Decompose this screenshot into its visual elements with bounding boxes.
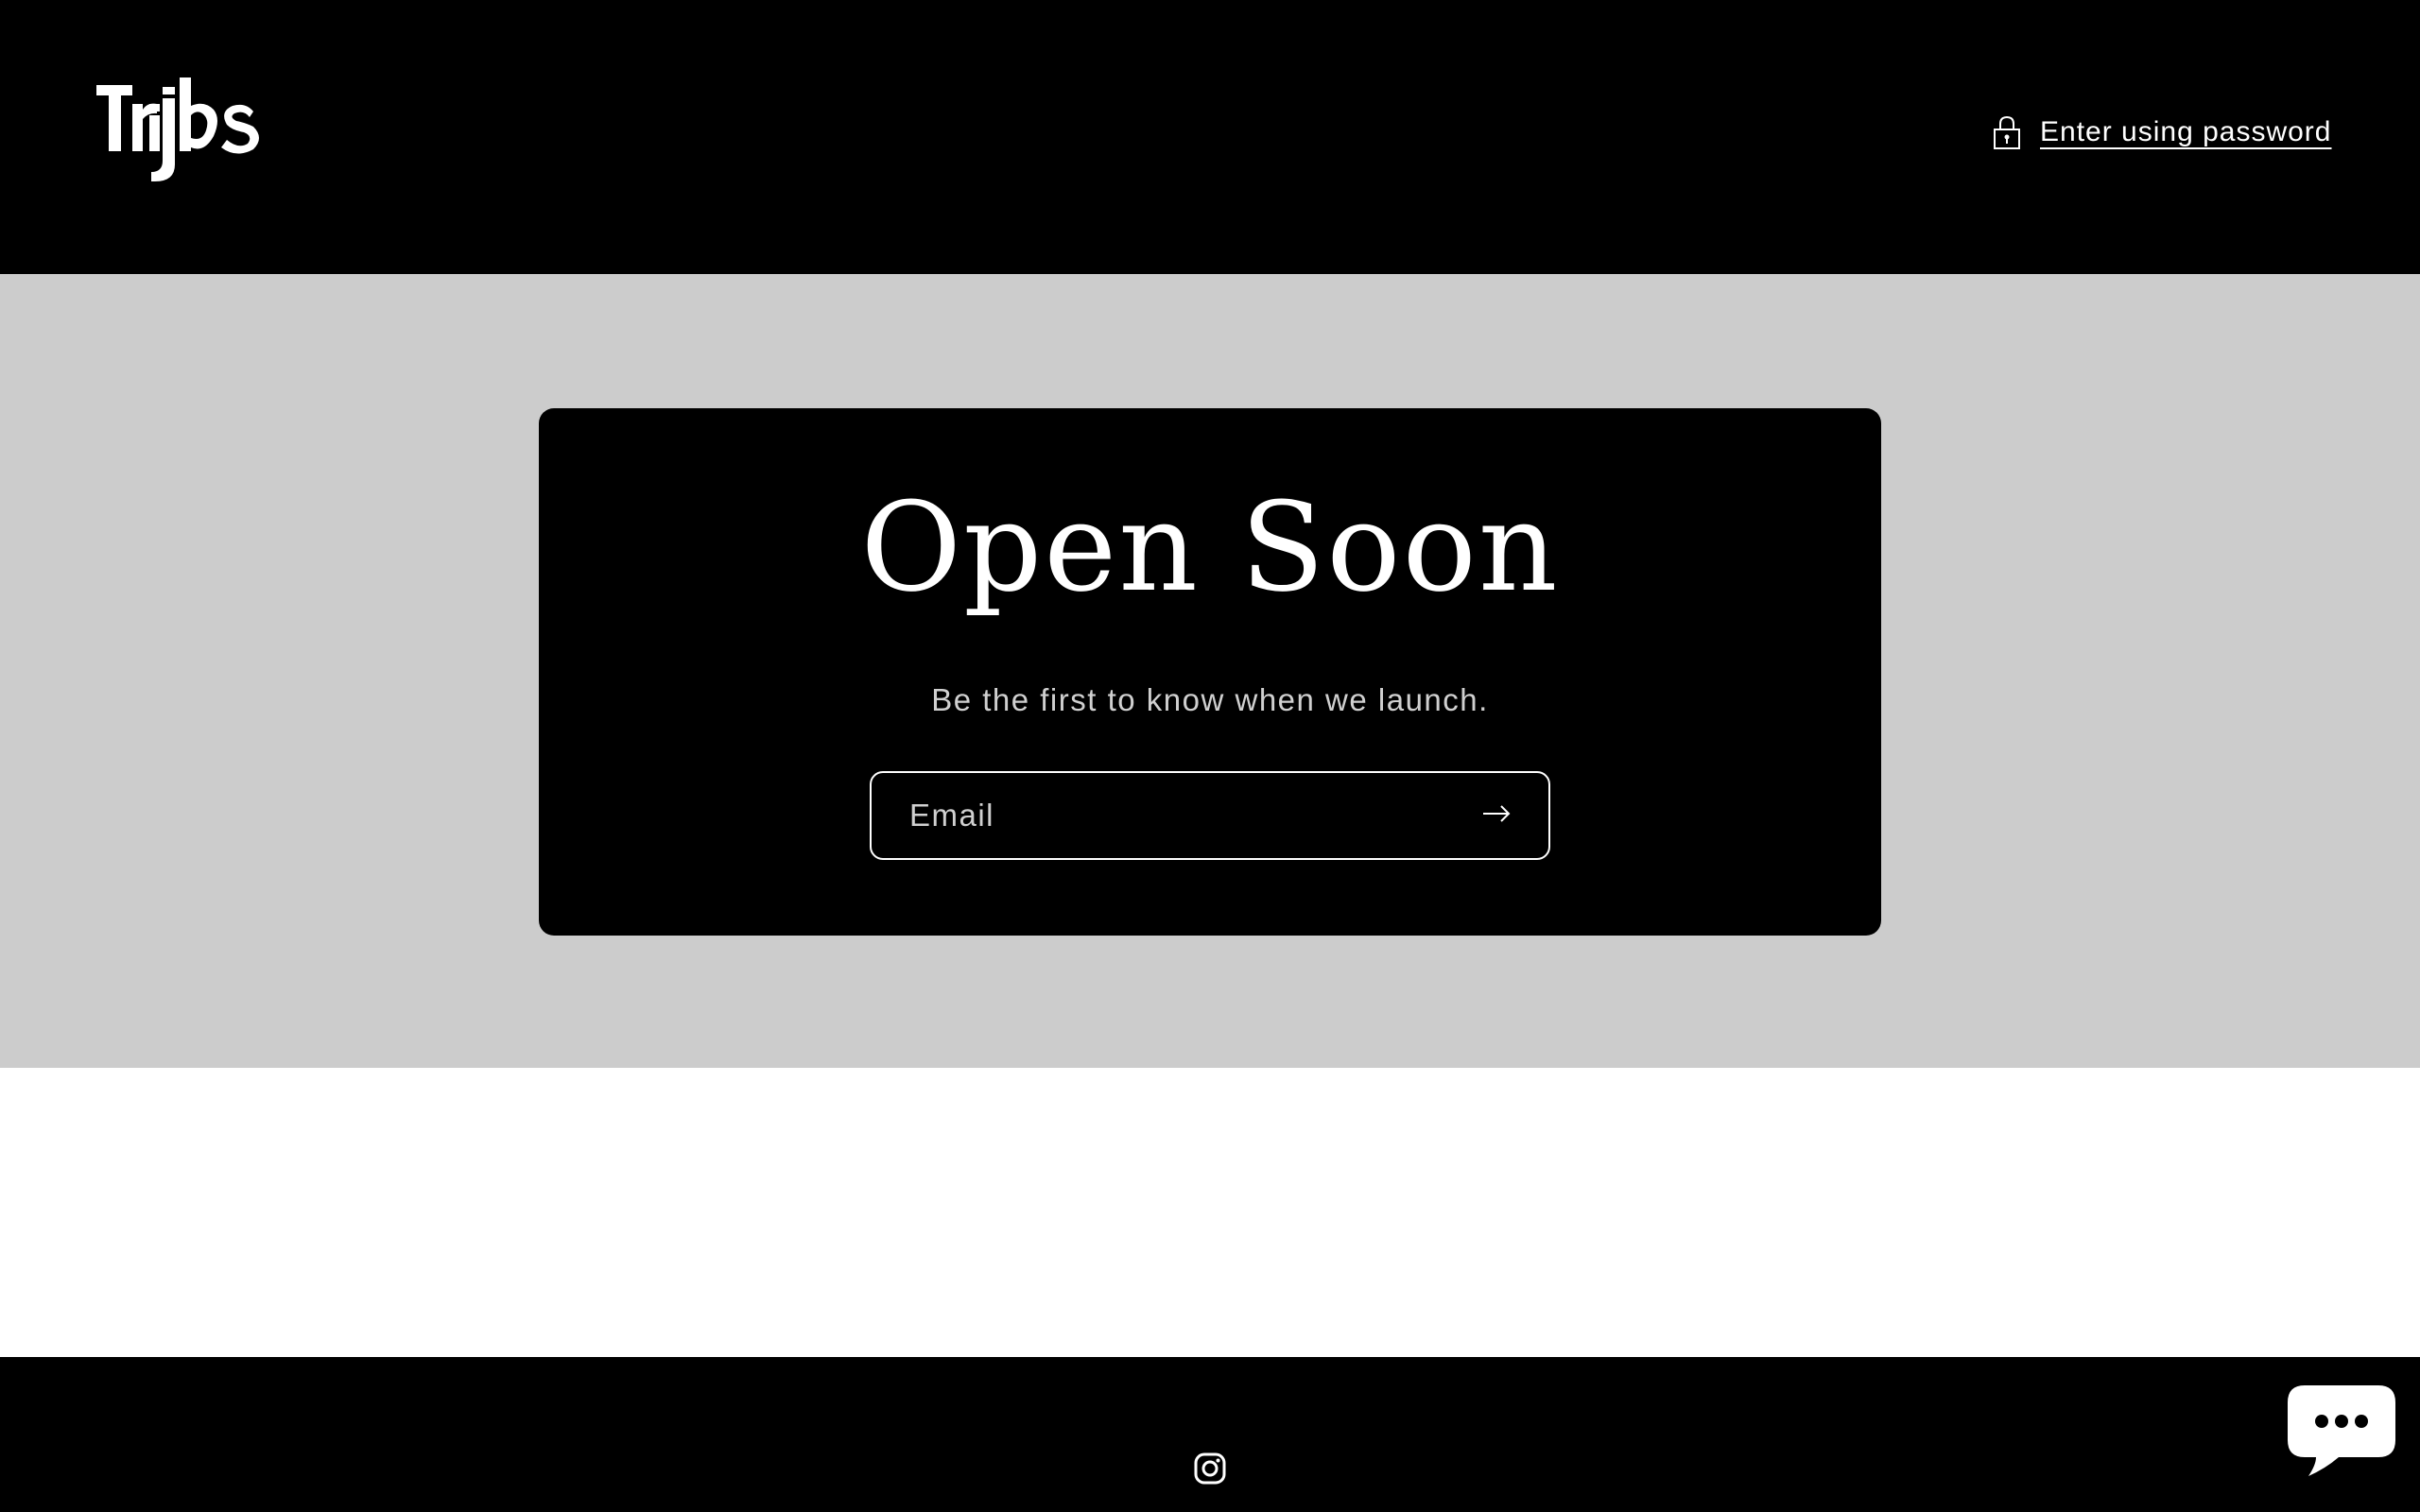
email-input[interactable] <box>872 773 1454 858</box>
email-form <box>870 771 1550 860</box>
password-link-label: Enter using password <box>2040 116 2332 147</box>
instagram-link[interactable] <box>1193 1452 1227 1486</box>
hero-section: Open Soon Be the first to know when we l… <box>0 274 2420 1068</box>
arrow-right-icon <box>1481 804 1512 828</box>
page-subtitle: Be the first to know when we launch. <box>931 682 1489 717</box>
chat-button[interactable] <box>2284 1382 2399 1482</box>
site-header: Enter using password <box>0 0 2420 274</box>
instagram-icon <box>1193 1452 1227 1489</box>
newsletter-card: Open Soon Be the first to know when we l… <box>539 408 1881 936</box>
enter-using-password-link[interactable]: Enter using password <box>1991 110 2332 155</box>
site-footer <box>0 1357 2420 1512</box>
subscribe-button[interactable] <box>1454 773 1539 858</box>
lock-icon <box>1991 113 2023 151</box>
chat-bubble-icon <box>2284 1385 2399 1486</box>
brand-logo[interactable] <box>96 77 285 183</box>
page-title: Open Soon <box>860 475 1560 619</box>
